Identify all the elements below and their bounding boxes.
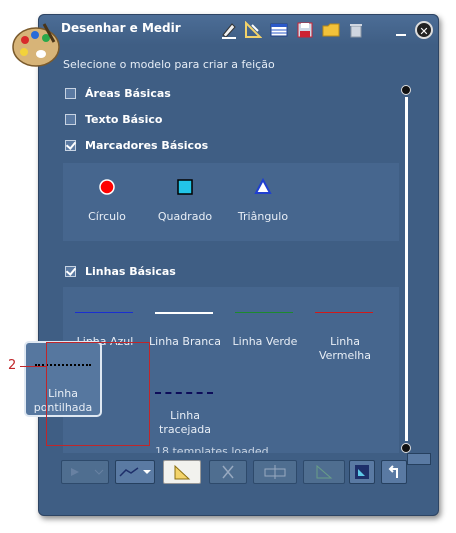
template-linha-verde[interactable]: Linha Verde bbox=[223, 299, 307, 349]
select-tool-button[interactable] bbox=[61, 460, 109, 484]
template-label: Linha Verde bbox=[232, 335, 298, 348]
close-button[interactable]: ✕ bbox=[415, 21, 433, 39]
scrollbar[interactable] bbox=[401, 85, 411, 455]
template-label: Triângulo bbox=[237, 210, 289, 223]
draw-toolbar bbox=[61, 460, 433, 488]
category-label: Linhas Básicas bbox=[85, 264, 176, 278]
cut-tool-button[interactable] bbox=[209, 460, 247, 484]
window-titlebar[interactable]: Desenhar e Medir ✕ bbox=[39, 15, 438, 45]
save-icon[interactable] bbox=[296, 21, 314, 39]
template-label-line2: Vermelha bbox=[318, 349, 372, 362]
template-linha-vermelha[interactable]: Linha Vermelha bbox=[303, 299, 387, 363]
red-line-sample bbox=[315, 312, 373, 313]
category-areas-basicas[interactable]: Áreas Básicas bbox=[65, 84, 171, 102]
template-quadrado[interactable]: Quadrado bbox=[143, 177, 227, 224]
category-marcadores-basicos[interactable]: Marcadores Básicos bbox=[65, 136, 208, 154]
window-title: Desenhar e Medir bbox=[61, 21, 181, 35]
palette-icon bbox=[12, 23, 60, 67]
table-icon[interactable] bbox=[270, 21, 288, 39]
measure-icon[interactable] bbox=[244, 21, 262, 39]
template-label: Linha Branca bbox=[149, 335, 221, 348]
scroll-track[interactable] bbox=[405, 97, 408, 441]
category-label: Texto Básico bbox=[85, 112, 163, 126]
checkbox[interactable] bbox=[65, 113, 76, 125]
minimize-button[interactable] bbox=[396, 34, 406, 36]
circle-marker-icon bbox=[99, 179, 115, 195]
category-label: Áreas Básicas bbox=[85, 86, 171, 100]
white-line-sample bbox=[155, 312, 213, 314]
category-linhas-basicas[interactable]: Linhas Básicas bbox=[65, 262, 176, 280]
square-marker-icon bbox=[177, 179, 193, 195]
folder-icon[interactable] bbox=[322, 21, 340, 39]
callout-highlight-box bbox=[46, 342, 150, 446]
status-text: 18 templates loaded bbox=[155, 445, 269, 453]
template-label: Círculo bbox=[88, 210, 126, 223]
template-linha-branca[interactable]: Linha Branca bbox=[143, 299, 227, 349]
template-label-line1: Linha bbox=[330, 335, 360, 348]
checkbox[interactable] bbox=[65, 139, 76, 151]
triangle-marker-icon bbox=[254, 177, 272, 194]
template-triangulo[interactable]: Triângulo bbox=[221, 177, 305, 224]
trash-icon[interactable] bbox=[347, 21, 365, 39]
instruction-text: Selecione o modelo para criar a feição bbox=[63, 58, 275, 71]
template-label-line2: tracejada bbox=[159, 423, 211, 436]
undo-button[interactable] bbox=[381, 460, 407, 484]
dashed-line-sample bbox=[155, 392, 213, 394]
category-label: Marcadores Básicos bbox=[85, 138, 209, 152]
scroll-down-icon[interactable] bbox=[401, 443, 411, 453]
green-line-sample bbox=[235, 312, 293, 313]
callout-leader-line bbox=[20, 366, 46, 367]
category-texto-basico[interactable]: Texto Básico bbox=[65, 110, 162, 128]
pencil-icon[interactable] bbox=[220, 21, 238, 39]
callout-number: 2 bbox=[8, 358, 17, 373]
edit-vertices-button[interactable] bbox=[303, 460, 345, 484]
line-type-button[interactable] bbox=[115, 460, 155, 484]
scroll-up-icon[interactable] bbox=[401, 85, 411, 95]
template-label: Quadrado bbox=[157, 210, 213, 223]
template-label-line1: Linha bbox=[170, 409, 200, 422]
template-linha-tracejada[interactable]: Linha tracejada bbox=[143, 379, 227, 437]
reshape-tool-button[interactable] bbox=[349, 460, 375, 484]
split-tool-button[interactable] bbox=[253, 460, 297, 484]
blue-line-sample bbox=[75, 312, 133, 313]
template-circulo[interactable]: Círculo bbox=[65, 177, 149, 224]
markers-group: Círculo Quadrado Triângulo bbox=[63, 163, 399, 241]
checkbox[interactable] bbox=[65, 87, 76, 99]
measure-tool-button[interactable] bbox=[163, 460, 201, 484]
checkbox[interactable] bbox=[65, 265, 76, 277]
